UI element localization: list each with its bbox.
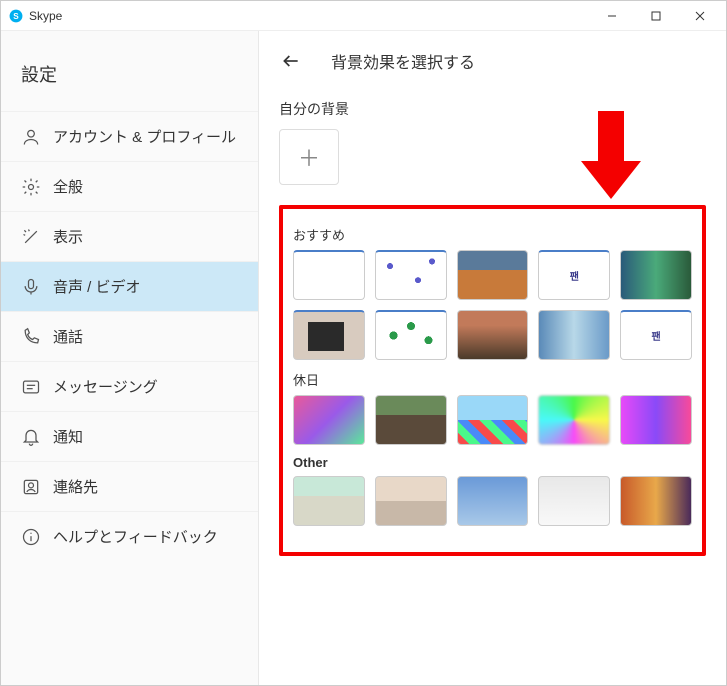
settings-sidebar: 設定 アカウント & プロフィール 全般 表示 音声 / ビデオ 通話 メッセー… (1, 31, 259, 685)
bg-thumbnail[interactable] (293, 250, 365, 300)
sidebar-item-calling[interactable]: 通話 (1, 311, 258, 361)
message-icon (21, 377, 41, 397)
titlebar: S Skype (1, 1, 726, 31)
bg-thumbnail[interactable] (457, 250, 529, 300)
info-icon (21, 527, 41, 547)
sidebar-item-messaging[interactable]: メッセージング (1, 361, 258, 411)
bg-thumbnail[interactable]: 팬 (538, 250, 610, 300)
minimize-button[interactable] (590, 2, 634, 30)
sidebar-item-label: 通話 (53, 326, 83, 347)
sidebar-item-general[interactable]: 全般 (1, 161, 258, 211)
person-icon (21, 127, 41, 147)
category-label-other: Other (293, 455, 692, 470)
maximize-button[interactable] (634, 2, 678, 30)
bg-thumbnail[interactable] (293, 476, 365, 526)
sidebar-item-label: ヘルプとフィードバック (53, 526, 218, 547)
bg-thumbnail[interactable] (457, 395, 529, 445)
contacts-icon (21, 477, 41, 497)
sidebar-item-label: メッセージング (53, 376, 158, 397)
bg-thumbnail[interactable] (538, 310, 610, 360)
sidebar-item-contacts[interactable]: 連絡先 (1, 461, 258, 511)
content-pane: 背景効果を選択する 自分の背景 ＋ おすすめ 팬 팬 (259, 31, 726, 685)
bg-thumbnail[interactable] (293, 395, 365, 445)
annotation-arrow-icon (576, 111, 646, 204)
bg-thumbnail[interactable] (375, 395, 447, 445)
sidebar-item-account[interactable]: アカウント & プロフィール (1, 111, 258, 161)
gear-icon (21, 177, 41, 197)
wand-icon (21, 227, 41, 247)
settings-heading: 設定 (1, 31, 258, 111)
category-label-recommended: おすすめ (293, 225, 692, 244)
bg-thumbnail[interactable] (620, 476, 692, 526)
bg-thumbnail[interactable] (375, 250, 447, 300)
sidebar-item-help[interactable]: ヘルプとフィードバック (1, 511, 258, 561)
bg-thumbnail[interactable] (620, 250, 692, 300)
close-button[interactable] (678, 2, 722, 30)
sidebar-item-label: 全般 (53, 176, 83, 197)
microphone-icon (21, 277, 41, 297)
bg-thumbnail[interactable] (457, 310, 529, 360)
sidebar-item-label: 連絡先 (53, 476, 98, 497)
bg-thumbnail[interactable] (538, 476, 610, 526)
bg-thumbnail[interactable] (457, 476, 529, 526)
plus-icon: ＋ (298, 141, 320, 173)
category-label-holiday: 休日 (293, 370, 692, 389)
bg-thumbnail[interactable] (293, 310, 365, 360)
window-title: Skype (29, 9, 62, 23)
svg-text:S: S (13, 11, 19, 20)
bg-thumbnail[interactable]: 팬 (620, 310, 692, 360)
bg-thumbnail[interactable] (620, 395, 692, 445)
sidebar-item-notifications[interactable]: 通知 (1, 411, 258, 461)
sidebar-item-audio-video[interactable]: 音声 / ビデオ (1, 261, 258, 311)
sidebar-item-label: アカウント & プロフィール (53, 126, 236, 147)
skype-logo-icon: S (9, 9, 23, 23)
back-button[interactable] (279, 49, 303, 73)
phone-icon (21, 327, 41, 347)
add-background-button[interactable]: ＋ (279, 129, 339, 185)
sidebar-item-appearance[interactable]: 表示 (1, 211, 258, 261)
page-title: 背景効果を選択する (331, 49, 475, 73)
annotation-highlight-box: おすすめ 팬 팬 休日 (279, 205, 706, 556)
sidebar-item-label: 表示 (53, 226, 83, 247)
bg-thumbnail[interactable] (538, 395, 610, 445)
bg-thumbnail[interactable] (375, 310, 447, 360)
sidebar-item-label: 通知 (53, 426, 83, 447)
sidebar-item-label: 音声 / ビデオ (53, 276, 141, 297)
bell-icon (21, 427, 41, 447)
bg-thumbnail[interactable] (375, 476, 447, 526)
